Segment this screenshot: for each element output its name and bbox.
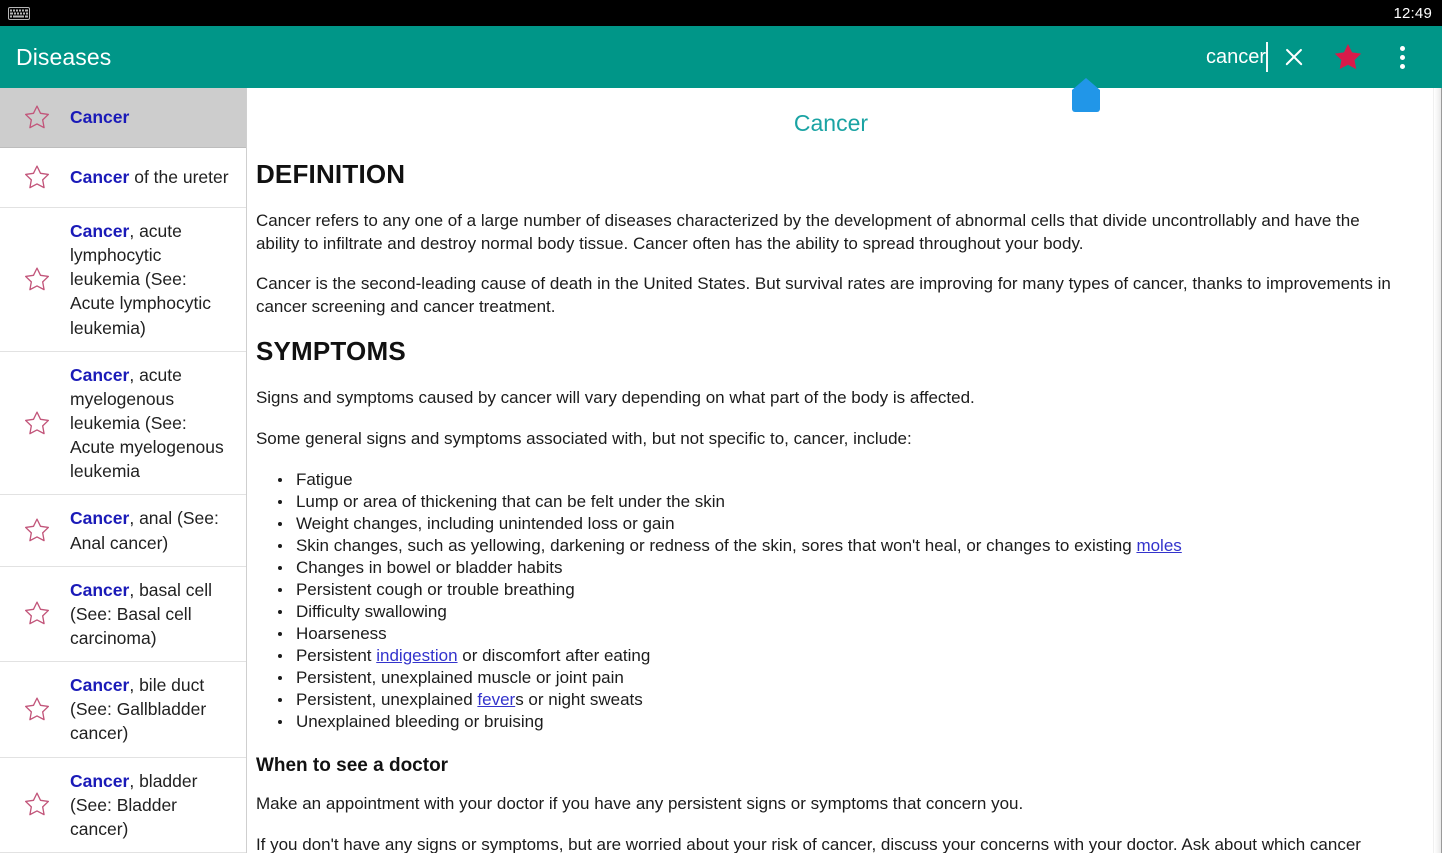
list-item-label: Cancer, anal (See: Anal cancer) (70, 508, 219, 553)
status-bar-left (8, 6, 30, 20)
list-item[interactable]: Cancer (0, 88, 246, 148)
article-link[interactable]: indigestion (376, 646, 457, 665)
search-input[interactable] (1018, 45, 1268, 69)
page-edge (1433, 88, 1442, 853)
article-link[interactable]: fever (477, 690, 515, 709)
symptom-list-item: Persistent, unexplained muscle or joint … (274, 667, 1406, 689)
list-item-label: Cancer (70, 107, 130, 128)
symptom-list-item: Lump or area of thickening that can be f… (274, 491, 1406, 513)
symptom-list-item: Unexplained bleeding or bruising (274, 711, 1406, 733)
star-outline-icon[interactable] (16, 103, 58, 132)
star-outline-icon[interactable] (16, 516, 58, 545)
keyboard-icon (8, 6, 30, 20)
symptom-list-item: Persistent, unexplained fevers or night … (274, 689, 1406, 711)
list-item[interactable]: Cancer, acute myelogenous leukemia (See:… (0, 351, 246, 496)
star-outline-icon[interactable] (16, 163, 58, 192)
app-bar: Diseases (0, 26, 1442, 88)
list-item[interactable]: Cancer, bladder (See: Bladder cancer) (0, 757, 246, 853)
selection-handle-arrow (1072, 78, 1100, 90)
list-item[interactable]: Cancer of the ureter (0, 148, 246, 208)
definition-paragraph-1: Cancer refers to any one of a large numb… (255, 211, 1360, 253)
star-outline-icon[interactable] (16, 695, 58, 724)
star-outline-icon[interactable] (16, 409, 58, 438)
text-caret (1266, 42, 1268, 72)
list-item-label: Cancer, bile duct (See: Gallbladder canc… (70, 675, 207, 744)
article-link[interactable]: moles (1136, 536, 1181, 555)
list-item-label: Cancer, acute lymphocytic leukemia (See:… (70, 221, 212, 338)
star-outline-icon[interactable] (16, 265, 58, 294)
symptoms-list: Fatigue Lump or area of thickening that c… (256, 469, 1406, 734)
symptom-list-item: Changes in bowel or bladder habits (274, 557, 1406, 579)
symptoms-heading: SYMPTOMS (255, 336, 406, 367)
clear-search-button[interactable] (1268, 31, 1320, 83)
list-item-label: Cancer, bladder (See: Bladder cancer) (70, 770, 198, 839)
definition-paragraph-2: Cancer is the second-leading cause of de… (255, 274, 1391, 316)
star-filled-icon (1331, 41, 1365, 74)
close-icon (1283, 46, 1305, 68)
doctor-paragraph-2: If you don't have any signs or symptoms,… (255, 834, 1361, 853)
symptom-list-item: Fatigue (274, 469, 1406, 491)
symptom-list-item: Persistent indigestion or discomfort aft… (274, 645, 1406, 667)
more-vertical-icon (1399, 45, 1405, 69)
text-selection-handle[interactable] (1072, 78, 1100, 112)
overflow-menu-button[interactable] (1376, 31, 1428, 83)
app-title: Diseases (16, 43, 112, 70)
list-item[interactable]: Cancer, acute lymphocytic leukemia (See:… (0, 208, 246, 352)
list-item[interactable]: Cancer, anal (See: Anal cancer) (0, 495, 246, 567)
list-item[interactable]: Cancer, basal cell (See: Basal cell carc… (0, 566, 246, 663)
app-root: 12:49 Diseases cancer Cancer Cancer of t… (0, 0, 1442, 853)
symptoms-paragraph-2: Some general signs and symptoms associat… (255, 429, 912, 449)
symptom-list-item: Persistent cough or trouble breathing (274, 579, 1406, 601)
list-item[interactable]: Cancer, bile duct (See: Gallbladder canc… (0, 662, 246, 758)
article-panel: Cancer DEFINITION Cancer refers to any o… (246, 88, 1442, 853)
status-bar-clock: 12:49 (1393, 4, 1432, 22)
symptom-list-item: Skin changes, such as yellowing, darkeni… (274, 535, 1406, 557)
doctor-paragraph-1: Make an appointment with your doctor if … (255, 794, 1024, 814)
search-field-wrapper[interactable] (1018, 26, 1268, 88)
star-outline-icon[interactable] (16, 599, 58, 628)
symptom-list-item: Difficulty swallowing (274, 601, 1406, 623)
symptom-list-item: Weight changes, including unintended los… (274, 513, 1406, 535)
disease-result-list[interactable]: Cancer Cancer of the ureter Cancer, acute … (0, 88, 247, 853)
list-item-label: Cancer of the ureter (70, 167, 229, 188)
definition-heading: DEFINITION (255, 159, 406, 189)
selection-handle-body (1072, 90, 1100, 112)
status-bar: 12:49 (0, 0, 1442, 26)
article-content: Cancer DEFINITION Cancer refers to any o… (256, 88, 1406, 853)
symptom-list-item: Hoarseness (274, 623, 1406, 645)
content-area: Cancer Cancer of the ureter Cancer, acute … (0, 88, 1442, 853)
favorite-button[interactable] (1322, 31, 1374, 83)
list-item-label: Cancer, basal cell (See: Basal cell carc… (70, 579, 213, 648)
list-item-label: Cancer, acute myelogenous leukemia (See:… (70, 364, 224, 482)
article-title: Cancer (793, 110, 869, 136)
app-bar-actions (1268, 31, 1442, 83)
symptoms-paragraph-1: Signs and symptoms caused by cancer will… (255, 388, 975, 408)
when-to-see-doctor-heading: When to see a doctor (255, 755, 449, 777)
star-outline-icon[interactable] (16, 790, 58, 819)
